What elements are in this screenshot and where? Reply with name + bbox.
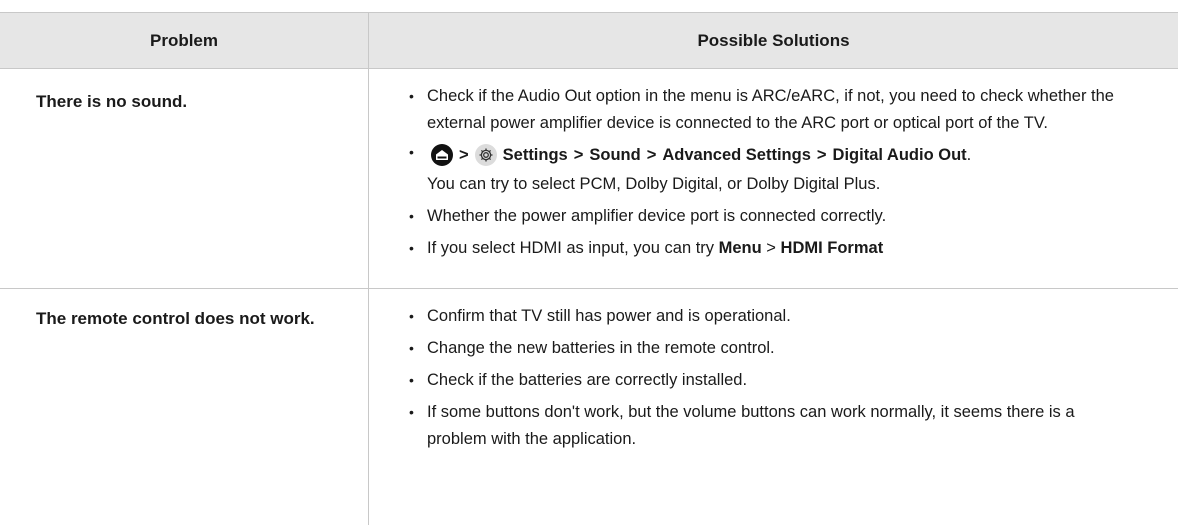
table-row: There is no sound. Check if the Audio Ou… xyxy=(0,69,1178,289)
header-solutions: Possible Solutions xyxy=(697,30,850,50)
home-icon xyxy=(431,144,453,166)
menu-label: Menu xyxy=(718,239,762,257)
hdmi-format-label: HDMI Format xyxy=(780,239,884,257)
path-separator: > xyxy=(646,145,657,164)
solution-item: Confirm that TV still has power and is o… xyxy=(406,303,1118,330)
solution-item-detail: You can try to select PCM, Dolby Digital… xyxy=(427,175,881,193)
path-sound: Sound xyxy=(589,145,641,164)
problem-cell: The remote control does not work. xyxy=(0,289,369,525)
solution-item: Change the new batteries in the remote c… xyxy=(406,335,1118,362)
menu-path: > Settings > Sound > xyxy=(427,139,1178,171)
path-separator: > xyxy=(573,145,584,164)
problem-cell: There is no sound. xyxy=(0,69,369,288)
path-end: . xyxy=(966,145,972,164)
solution-item: Whether the power amplifier device port … xyxy=(406,203,1178,230)
path-digital-audio-out: Digital Audio Out xyxy=(832,145,967,164)
solutions-cell: Check if the Audio Out option in the men… xyxy=(369,69,1178,288)
solution-item: Check if the Audio Out option in the men… xyxy=(406,83,1178,137)
header-problem: Problem xyxy=(0,13,369,68)
solution-item: Check if the batteries are correctly ins… xyxy=(406,367,1118,394)
solution-item: If some buttons don't work, but the volu… xyxy=(406,399,1118,453)
table-row: The remote control does not work. Confir… xyxy=(0,289,1178,525)
solution-item-text: If you select HDMI as input, you can try xyxy=(427,239,719,257)
path-separator: > xyxy=(459,145,469,164)
path-advanced-settings: Advanced Settings xyxy=(662,145,811,164)
gear-icon xyxy=(474,144,497,166)
path-separator: > xyxy=(761,239,781,257)
solution-item: > Settings > Sound > xyxy=(406,139,1178,198)
troubleshooting-table: Problem Possible Solutions There is no s… xyxy=(0,12,1178,525)
path-separator: > xyxy=(816,145,827,164)
solutions-cell: Confirm that TV still has power and is o… xyxy=(369,289,1178,525)
table-header: Problem Possible Solutions xyxy=(0,13,1178,69)
path-settings: Settings xyxy=(502,145,568,164)
solution-item: If you select HDMI as input, you can try… xyxy=(406,235,1178,262)
